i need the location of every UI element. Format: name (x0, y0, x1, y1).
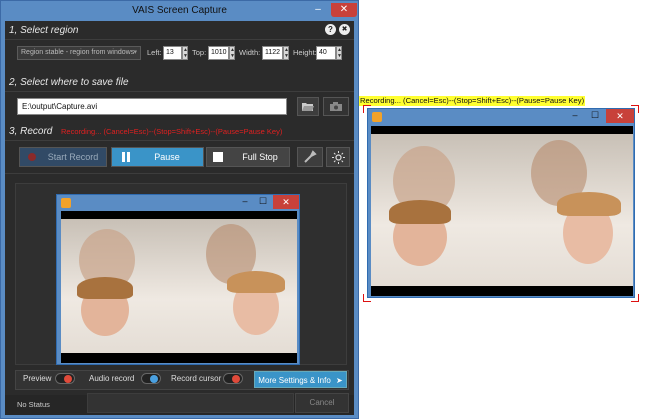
window-title: VAIS Screen Capture (132, 5, 227, 16)
record-cursor-label: Record cursor (171, 374, 222, 383)
folder-open-icon (302, 103, 314, 111)
toggle-on-dot (150, 375, 158, 383)
mini-maximize-icon: ☐ (258, 196, 268, 206)
height-label: Height: (293, 48, 317, 57)
pause-button[interactable]: Pause (111, 147, 204, 167)
left-label: Left: (147, 48, 162, 57)
mini-close-icon: ✕ (273, 195, 299, 209)
captured-titlebar: – ☐ ✕ (368, 109, 634, 125)
app-icon (372, 112, 382, 122)
width-spinner[interactable]: ▲ ▼ (283, 46, 289, 60)
preview-toggle[interactable] (55, 373, 75, 384)
app-client-area: 1, Select region ? ✖ Region stable - reg… (5, 21, 354, 415)
audio-record-label: Audio record (89, 374, 135, 383)
toggle-off-dot (64, 375, 72, 383)
width-input[interactable]: 1122 (262, 46, 283, 60)
save-path-input[interactable]: E:\output\Capture.avi (17, 98, 287, 115)
divider (5, 140, 354, 141)
sun-icon (331, 151, 345, 164)
top-input[interactable]: 1010 (208, 46, 229, 60)
height-spinner[interactable]: ▲ ▼ (336, 46, 342, 60)
preview-area: – ☐ ✕ (15, 183, 347, 365)
audio-record-toggle[interactable] (141, 373, 161, 384)
region-mode-value: Region stable - region from windows (21, 49, 135, 56)
top-spinner[interactable]: ▲ ▼ (229, 46, 235, 60)
left-spinner[interactable]: ▲ ▼ (182, 46, 188, 60)
divider (5, 91, 354, 92)
photo-figure (389, 200, 451, 224)
cancel-button[interactable]: Cancel (295, 393, 349, 413)
height-input[interactable]: 40 (316, 46, 336, 60)
captured-close-button[interactable]: ✕ (606, 109, 634, 123)
minimize-button[interactable]: – (307, 3, 329, 17)
left-input[interactable]: 13 (163, 46, 182, 60)
captured-minimize-button[interactable]: – (566, 109, 584, 123)
close-button[interactable]: ✕ (331, 3, 357, 17)
family-photo (371, 134, 633, 286)
record-cursor-toggle[interactable] (223, 373, 243, 384)
tools-button[interactable] (297, 147, 323, 167)
output-options-button[interactable] (323, 97, 349, 116)
full-stop-label: Full Stop (242, 152, 278, 162)
capture-region: – ☐ ✕ (363, 105, 639, 302)
exit-icon[interactable]: ✖ (339, 24, 350, 35)
captured-video-frame (371, 126, 633, 296)
pause-icon (122, 152, 130, 162)
send-icon: ➤ (336, 376, 343, 385)
divider (5, 173, 354, 174)
section-header-record: 3, Record (9, 126, 53, 137)
video-frame (61, 211, 297, 363)
pause-label: Pause (154, 152, 180, 162)
section-header-save: 2, Select where to save file (9, 77, 129, 88)
toggle-off-dot (232, 375, 240, 383)
mini-minimize-icon: – (242, 196, 248, 206)
status-text: No Status (17, 400, 50, 409)
mini-titlebar: – ☐ ✕ (57, 195, 299, 211)
tools-icon (304, 150, 317, 163)
browse-folder-button[interactable] (297, 97, 319, 116)
captured-window[interactable]: – ☐ ✕ (367, 108, 635, 298)
start-record-label: Start Record (47, 152, 99, 162)
camera-icon (330, 102, 342, 111)
start-record-button[interactable]: Start Record (19, 147, 107, 167)
top-label: Top: (192, 48, 207, 57)
chevron-down-icon: ▾ (133, 49, 137, 56)
section-header-region: 1, Select region (9, 25, 79, 36)
preview-label: Preview (23, 374, 52, 383)
divider (5, 39, 354, 40)
brightness-button[interactable] (326, 147, 350, 167)
width-label: Width: (239, 48, 261, 57)
more-settings-label: More Settings & Info (258, 376, 331, 385)
app-icon (61, 198, 71, 208)
stop-icon (213, 152, 223, 162)
more-settings-button[interactable]: More Settings & Info ➤ (254, 371, 347, 388)
region-mode-select[interactable]: Region stable - region from windows ▾ (17, 46, 141, 60)
full-stop-button[interactable]: Full Stop (206, 147, 290, 167)
family-photo (61, 219, 297, 353)
captured-maximize-button[interactable]: ☐ (586, 109, 604, 123)
photo-figure (77, 277, 133, 299)
record-status-text: Recording... (Cancel=Esc)--(Stop=Shift+E… (61, 127, 283, 136)
help-icon[interactable]: ? (325, 24, 336, 35)
photo-figure (557, 192, 621, 216)
photo-figure (227, 271, 285, 293)
status-field (87, 393, 294, 413)
record-icon (28, 153, 36, 161)
preview-captured-window: – ☐ ✕ (56, 194, 300, 365)
main-window: VAIS Screen Capture – ✕ 1, Select region… (0, 0, 359, 419)
